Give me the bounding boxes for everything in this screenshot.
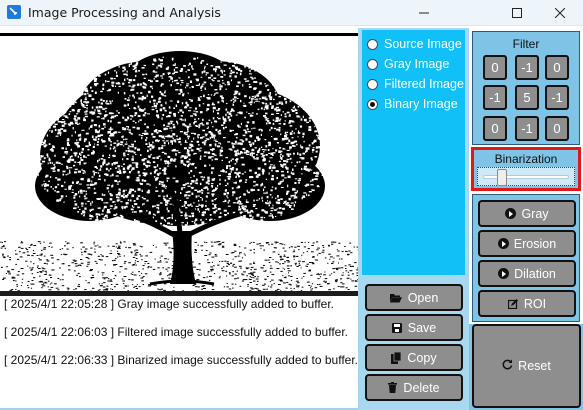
reset-label: Reset [518, 359, 551, 373]
roi-label: ROI [523, 296, 547, 311]
slider-track[interactable] [483, 175, 569, 179]
save-button[interactable]: Save [365, 314, 463, 341]
view-selector: Source Image Gray Image Filtered Image B… [362, 30, 465, 275]
minimize-button[interactable] [401, 0, 447, 26]
slider-thumb[interactable] [496, 169, 507, 186]
open-button[interactable]: Open [365, 284, 463, 311]
kernel-cell[interactable]: 0 [483, 55, 507, 80]
log-entry: [ 2025/4/1 22:06:03 ] Filtered image suc… [4, 325, 348, 339]
radio-button-icon[interactable] [367, 58, 378, 70]
reset-button[interactable]: Reset [472, 324, 581, 408]
close-button[interactable] [537, 0, 583, 26]
kernel-cell[interactable]: -1 [545, 85, 569, 110]
radio-label: Filtered Image [384, 77, 464, 91]
filter-panel: Filter 0 -1 0 -1 5 -1 0 -1 0 [472, 31, 580, 145]
edit-icon [507, 298, 518, 309]
save-icon [391, 322, 402, 333]
folder-open-icon [389, 293, 402, 303]
minimize-icon [419, 12, 429, 14]
kernel-cell[interactable]: -1 [515, 55, 539, 80]
refresh-icon [502, 359, 513, 373]
copy-button[interactable]: Copy [365, 344, 463, 371]
delete-label: Delete [403, 380, 440, 395]
log-area: [ 2025/4/1 22:05:28 ] Gray image success… [0, 291, 358, 408]
kernel-cell[interactable]: 0 [545, 116, 569, 141]
kernel-cell[interactable]: 0 [483, 116, 507, 141]
trash-icon [388, 382, 398, 393]
radio-label: Binary Image [384, 97, 458, 111]
radio-button-icon[interactable] [367, 38, 378, 50]
kernel-cell[interactable]: 0 [545, 55, 569, 80]
kernel-cell[interactable]: -1 [515, 116, 539, 141]
gray-label: Gray [521, 206, 549, 221]
binarization-slider[interactable] [477, 167, 575, 186]
maximize-icon [512, 8, 522, 18]
binarization-title: Binarization [494, 152, 558, 166]
radio-label: Gray Image [384, 57, 450, 71]
radio-button-icon[interactable] [367, 78, 378, 90]
dilation-button[interactable]: Dilation [478, 260, 576, 287]
radio-binary-image[interactable]: Binary Image [367, 95, 458, 113]
play-circle-icon [497, 238, 509, 249]
kernel-cell[interactable]: 5 [515, 85, 539, 110]
radio-source-image[interactable]: Source Image [367, 35, 462, 53]
title-bar: Image Processing and Analysis [0, 0, 583, 26]
play-circle-icon [498, 268, 510, 279]
log-entry: [ 2025/4/1 22:05:28 ] Gray image success… [4, 297, 334, 311]
dilation-label: Dilation [514, 266, 556, 281]
image-display [0, 33, 358, 291]
radio-gray-image[interactable]: Gray Image [367, 55, 449, 73]
open-label: Open [407, 290, 439, 305]
log-entry: [ 2025/4/1 22:06:33 ] Binarized image su… [4, 353, 358, 367]
close-icon [555, 8, 565, 18]
tools-column: Filter 0 -1 0 -1 5 -1 0 -1 0 Binarizatio… [469, 28, 583, 410]
radio-label: Source Image [384, 37, 462, 51]
radio-button-checked-icon[interactable] [367, 98, 378, 110]
filter-title: Filter [512, 37, 540, 51]
erosion-label: Erosion [513, 236, 557, 251]
view-panel: Source Image Gray Image Filtered Image B… [358, 28, 469, 410]
binary-tree-image [0, 51, 358, 291]
reset-panel: Reset [469, 324, 583, 410]
roi-button[interactable]: ROI [478, 290, 576, 317]
delete-button[interactable]: Delete [365, 374, 463, 401]
copy-icon [391, 351, 402, 364]
kernel-cell[interactable]: -1 [483, 85, 507, 110]
radio-filtered-image[interactable]: Filtered Image [367, 75, 464, 93]
play-circle-icon [505, 208, 517, 219]
copy-label: Copy [407, 350, 437, 365]
maximize-button[interactable] [494, 0, 540, 26]
save-label: Save [407, 320, 437, 335]
window-title: Image Processing and Analysis [28, 5, 221, 20]
binarization-panel: Binarization [471, 147, 581, 191]
app-icon [7, 5, 21, 19]
gray-button[interactable]: Gray [478, 200, 576, 227]
erosion-button[interactable]: Erosion [478, 230, 576, 257]
operations-panel: Gray Erosion Dilation ROI [472, 194, 580, 322]
